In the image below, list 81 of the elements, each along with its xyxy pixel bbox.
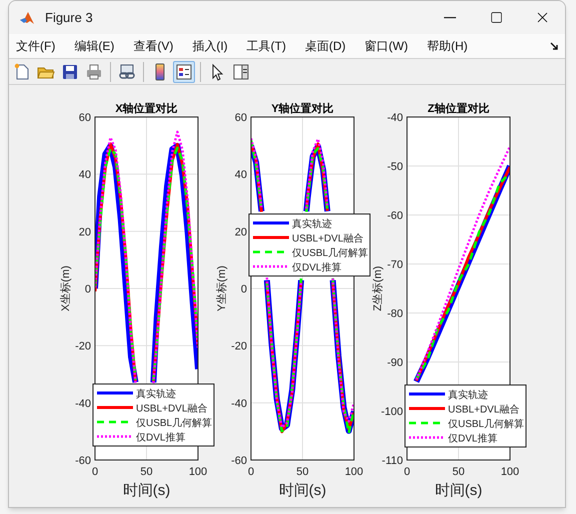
printer-icon xyxy=(85,62,103,80)
app-icon xyxy=(19,10,35,26)
menu-item[interactable]: 工具(T) xyxy=(246,37,286,55)
tick-label: -40 xyxy=(75,398,91,410)
minimize-icon xyxy=(444,16,456,18)
axis-label: Y坐标(m) xyxy=(216,266,228,312)
tick-label: 0 xyxy=(248,466,254,478)
maximize-icon xyxy=(490,11,502,24)
menu-item[interactable]: 插入(I) xyxy=(192,37,228,55)
tick-label: -90 xyxy=(387,357,403,369)
tick-label: -20 xyxy=(231,340,247,353)
legend-label: USBL+DVL融合 xyxy=(448,404,520,416)
tick-label: -60 xyxy=(387,210,403,222)
legend-swatch xyxy=(409,392,445,396)
tick-label: 0 xyxy=(84,284,91,296)
tick-label: -50 xyxy=(387,161,403,173)
legend-swatch xyxy=(253,265,289,268)
legend-label: 仅DVL推算 xyxy=(136,432,186,444)
window-title: Figure 3 xyxy=(45,8,93,27)
menu-item[interactable]: 查看(V) xyxy=(133,37,174,55)
tick-label: -40 xyxy=(231,398,247,410)
menu-item[interactable]: 编辑(E) xyxy=(74,37,114,55)
axis-label: 时间(s) xyxy=(278,482,326,499)
legend-label: USBL+DVL融合 xyxy=(292,234,364,244)
legend-swatch xyxy=(409,407,445,410)
link-icon xyxy=(118,62,136,80)
tick-label: -80 xyxy=(387,308,403,320)
new-file-icon xyxy=(13,62,31,80)
tick-label: -40 xyxy=(387,112,403,124)
tick-label: 60 xyxy=(234,112,247,124)
legend-swatch xyxy=(97,406,133,409)
save-icon xyxy=(61,62,79,80)
legend-swatch xyxy=(97,435,133,438)
tick-label: 20 xyxy=(78,226,91,238)
tick-label: -60 xyxy=(231,455,247,467)
menu-item[interactable]: 窗口(W) xyxy=(364,37,408,55)
axis-label: 时间(s) xyxy=(122,482,170,499)
toolbar-button[interactable] xyxy=(173,60,195,82)
legend-swatch xyxy=(253,236,289,239)
legend-label: 仅DVL推算 xyxy=(448,434,498,444)
overflow-arrow-icon[interactable] xyxy=(550,42,559,50)
tick-label: 50 xyxy=(140,466,153,478)
tick-label: 40 xyxy=(78,169,91,182)
tick-label: 60 xyxy=(78,112,91,124)
legend-swatch xyxy=(253,222,289,224)
chart-title: X轴位置对比 xyxy=(115,103,178,115)
tick-label: -70 xyxy=(387,259,403,271)
tick-label: 0 xyxy=(240,284,247,296)
tick-label: 100 xyxy=(344,466,364,478)
menu-item[interactable]: 桌面(D) xyxy=(304,37,346,55)
axis-label: 时间(s) xyxy=(434,482,482,499)
menu-item[interactable]: 帮助(H) xyxy=(426,37,468,55)
property-panel-icon xyxy=(232,62,250,80)
legend-swatch xyxy=(409,436,445,439)
tick-label: 40 xyxy=(234,169,247,182)
legend-label: 真实轨迹 xyxy=(292,219,332,230)
chart-title: Y轴位置对比 xyxy=(271,103,334,115)
legend-label: 仅USBL几何解算 xyxy=(292,248,368,259)
tick-label: -110 xyxy=(382,455,403,467)
tick-label: 0 xyxy=(92,466,98,478)
tick-label: 0 xyxy=(404,466,410,478)
axis-label: Z坐标(m) xyxy=(372,266,384,312)
tick-label: -20 xyxy=(75,340,91,353)
legend-label: 真实轨迹 xyxy=(136,389,176,400)
tick-label: 100 xyxy=(188,466,208,478)
chart-title: Z轴位置对比 xyxy=(428,103,490,115)
menu-item[interactable]: 文件(F) xyxy=(16,37,56,55)
legend-label: 仅USBL几何解算 xyxy=(136,418,212,429)
axis-label: X坐标(m) xyxy=(60,266,72,312)
tick-label: 50 xyxy=(452,466,465,478)
legend-icon xyxy=(175,62,193,80)
legend-label: 真实轨迹 xyxy=(448,390,488,401)
tick-label: 100 xyxy=(500,466,520,478)
tick-label: 20 xyxy=(234,226,247,238)
tick-label: 50 xyxy=(296,466,309,478)
legend-swatch xyxy=(97,392,133,394)
legend-label: 仅DVL推算 xyxy=(292,262,342,274)
legend-label: 仅USBL几何解算 xyxy=(448,419,524,430)
tick-label: -60 xyxy=(75,455,91,467)
legend-label: USBL+DVL融合 xyxy=(136,404,208,414)
tick-label: -100 xyxy=(380,406,403,418)
